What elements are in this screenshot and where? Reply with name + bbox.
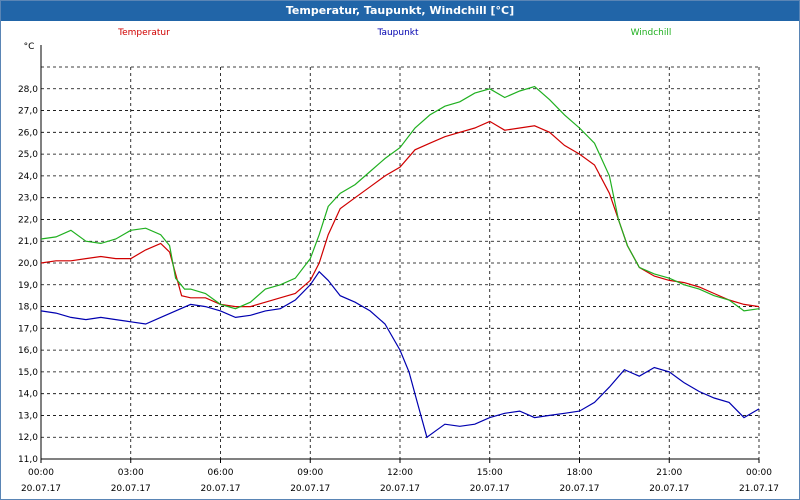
x-tick-time: 09:00	[297, 468, 323, 478]
y-tick-label: 13,0	[18, 411, 38, 421]
x-tick-date: 20.07.17	[380, 484, 420, 494]
y-tick-label: 14,0	[18, 390, 38, 400]
y-tick-label: 15,0	[18, 368, 38, 378]
y-tick-label: 26,0	[18, 128, 38, 138]
y-tick-label: 11,0	[18, 455, 38, 465]
y-tick-label: 16,0	[18, 346, 38, 356]
x-tick-time: 21:00	[656, 468, 682, 478]
legend-temperatur: Temperatur	[117, 28, 170, 38]
x-tick-date: 21.07.17	[739, 484, 779, 494]
x-tick-time: 18:00	[567, 468, 593, 478]
line-chart: 11,0 12,0 13,0 14,0 15,0 16,0 17,0 18,0 19,0 20,0…	[1, 21, 799, 499]
x-tick-date: 20.07.17	[200, 484, 240, 494]
x-tick-date: 20.07.17	[559, 484, 599, 494]
y-tick-label: 25,0	[18, 150, 38, 160]
legend-windchill: Windchill	[631, 28, 672, 38]
x-tick-date: 20.07.17	[290, 484, 330, 494]
x-tick-date: 20.07.17	[470, 484, 510, 494]
y-tick-label: 28,0	[18, 85, 38, 95]
x-tick-date: 20.07.17	[21, 484, 61, 494]
x-tick-time: 06:00	[208, 468, 234, 478]
y-tick-label: 18,0	[18, 303, 38, 313]
y-tick-label: 19,0	[18, 281, 38, 291]
y-axis-unit: °C	[24, 42, 35, 52]
y-tick-label: 23,0	[18, 194, 38, 204]
x-tick-time: 12:00	[387, 468, 413, 478]
window-title: Temperatur, Taupunkt, Windchill [°C]	[1, 1, 799, 21]
x-tick-time: 00:00	[28, 468, 54, 478]
y-tick-label: 27,0	[18, 107, 38, 117]
y-tick-label: 22,0	[18, 215, 38, 225]
y-tick-label: 17,0	[18, 324, 38, 334]
x-tick-time: 00:00	[746, 468, 772, 478]
y-tick-label: 21,0	[18, 237, 38, 247]
legend-taupunkt: Taupunkt	[376, 28, 419, 38]
y-tick-label: 12,0	[18, 433, 38, 443]
x-tick-time: 03:00	[118, 468, 144, 478]
y-tick-label: 24,0	[18, 172, 38, 182]
y-tick-label: 20,0	[18, 259, 38, 269]
x-tick-date: 20.07.17	[649, 484, 689, 494]
x-tick-date: 20.07.17	[111, 484, 151, 494]
chart-window: Temperatur, Taupunkt, Windchill [°C] 11,…	[0, 0, 800, 500]
x-tick-time: 15:00	[477, 468, 503, 478]
